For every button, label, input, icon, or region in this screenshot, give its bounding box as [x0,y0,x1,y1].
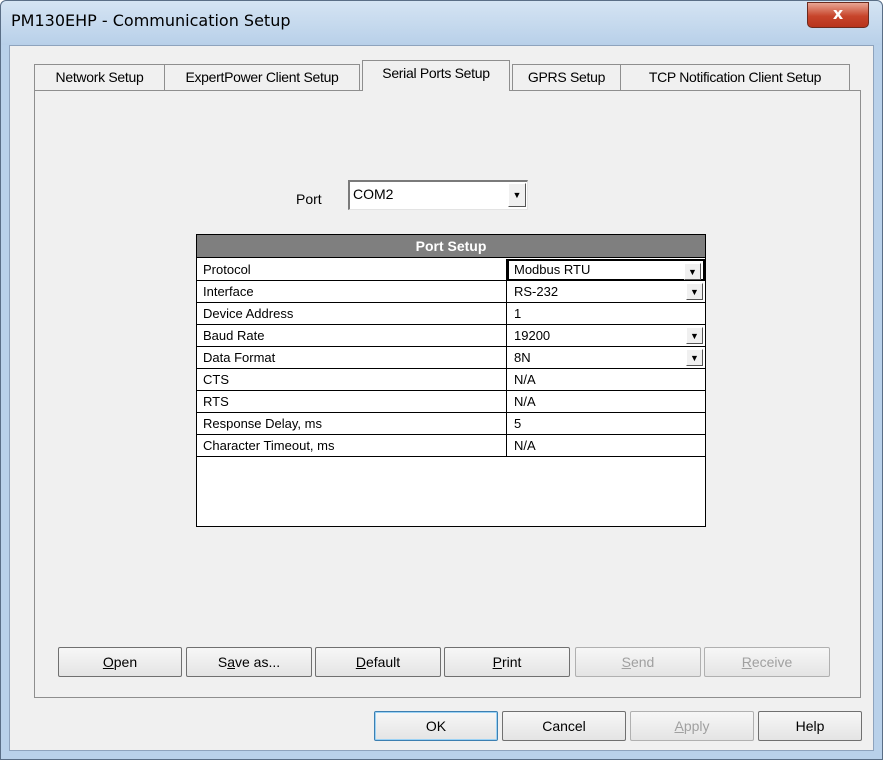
apply-button[interactable]: Apply [630,711,754,741]
cts-field[interactable]: N/A [507,369,705,391]
rts-field[interactable]: N/A [507,391,705,413]
client-area: Network Setup ExpertPower Client Setup S… [9,45,874,751]
tab-label: Network Setup [55,69,144,85]
row-name: RTS [197,391,507,413]
port-select[interactable]: COM2 ▼ [348,180,528,210]
print-button[interactable]: Print [444,647,570,677]
row-name: Data Format [197,347,507,369]
chevron-down-icon[interactable]: ▼ [686,283,703,300]
grid-row-data-format: Data Format 8N ▼ [197,347,705,369]
data-format-select[interactable]: 8N ▼ [507,347,705,369]
tab-gprs-setup[interactable]: GPRS Setup [512,64,621,90]
protocol-select[interactable]: Modbus RTU ▼ [507,259,705,281]
tab-label: TCP Notification Client Setup [648,69,822,85]
grid-row-baud-rate: Baud Rate 19200 ▼ [197,325,705,347]
grid-row-device-address: Device Address 1 [197,303,705,325]
row-name: Device Address [197,303,507,325]
grid-header: Port Setup [197,235,705,258]
button-label: pply [683,718,710,734]
grid-row-character-timeout: Character Timeout, ms N/A [197,435,705,457]
row-name: CTS [197,369,507,391]
accel-key: R [741,654,752,670]
row-value: 19200 [514,328,551,343]
row-value: RS-232 [514,284,559,299]
row-name: Baud Rate [197,325,507,347]
accel-key: S [621,654,631,670]
grid-row-interface: Interface RS-232 ▼ [197,281,705,303]
button-label: rint [501,654,522,670]
close-icon: x [832,4,844,23]
ok-button[interactable]: OK [374,711,498,741]
accel-key: A [674,718,684,734]
port-label: Port [296,191,322,207]
baud-rate-select[interactable]: 19200 ▼ [507,325,705,347]
row-name: Response Delay, ms [197,413,507,435]
cancel-button[interactable]: Cancel [502,711,626,741]
dialog-window: PM130EHP - Communication Setup x Network… [0,0,883,760]
accel-key: O [102,654,114,670]
row-name: Protocol [197,259,507,281]
button-label: efault [365,654,401,670]
tab-tcp-notification-client-setup[interactable]: TCP Notification Client Setup [620,64,850,90]
window-title: PM130EHP - Communication Setup [11,11,291,30]
title-bar[interactable]: PM130EHP - Communication Setup x [1,1,882,45]
button-label: S [217,654,228,670]
port-value: COM2 [353,186,394,202]
tab-label: GPRS Setup [527,69,606,85]
tab-serial-ports-setup[interactable]: Serial Ports Setup [362,60,510,91]
chevron-down-icon[interactable]: ▼ [686,349,703,366]
save-as-button[interactable]: Save as... [186,647,312,677]
default-button[interactable]: Default [315,647,441,677]
row-value: Modbus RTU [514,262,591,277]
tab-label: Serial Ports Setup [382,65,490,81]
interface-select[interactable]: RS-232 ▼ [507,281,705,303]
chevron-down-icon[interactable]: ▼ [684,263,701,280]
tab-expertpower-client-setup[interactable]: ExpertPower Client Setup [164,64,360,90]
device-address-field[interactable]: 1 [507,303,705,325]
button-label: ve as... [235,654,281,670]
grid-row-cts: CTS N/A [197,369,705,391]
chevron-down-icon[interactable]: ▼ [508,183,526,207]
close-button[interactable]: x [807,2,869,28]
accel-key: D [355,654,366,670]
grid-row-response-delay: Response Delay, ms 5 [197,413,705,435]
button-label: pen [113,654,138,670]
accel-key: P [492,654,502,670]
button-label: end [630,654,655,670]
character-timeout-field[interactable]: N/A [507,435,705,457]
receive-button[interactable]: Receive [704,647,830,677]
tab-label: ExpertPower Client Setup [185,69,339,85]
accel-key: a [227,654,235,670]
response-delay-field[interactable]: 5 [507,413,705,435]
row-value: 8N [514,350,531,365]
grid-row-rts: RTS N/A [197,391,705,413]
row-name: Interface [197,281,507,303]
button-label: eceive [751,654,793,670]
port-setup-grid: Port Setup Protocol Modbus RTU ▼ Interfa… [196,234,706,527]
open-button[interactable]: Open [58,647,182,677]
grid-row-protocol: Protocol Modbus RTU ▼ [197,259,705,281]
row-name: Character Timeout, ms [197,435,507,457]
send-button[interactable]: Send [575,647,701,677]
help-button[interactable]: Help [758,711,862,741]
tab-network-setup[interactable]: Network Setup [34,64,165,90]
chevron-down-icon[interactable]: ▼ [686,327,703,344]
